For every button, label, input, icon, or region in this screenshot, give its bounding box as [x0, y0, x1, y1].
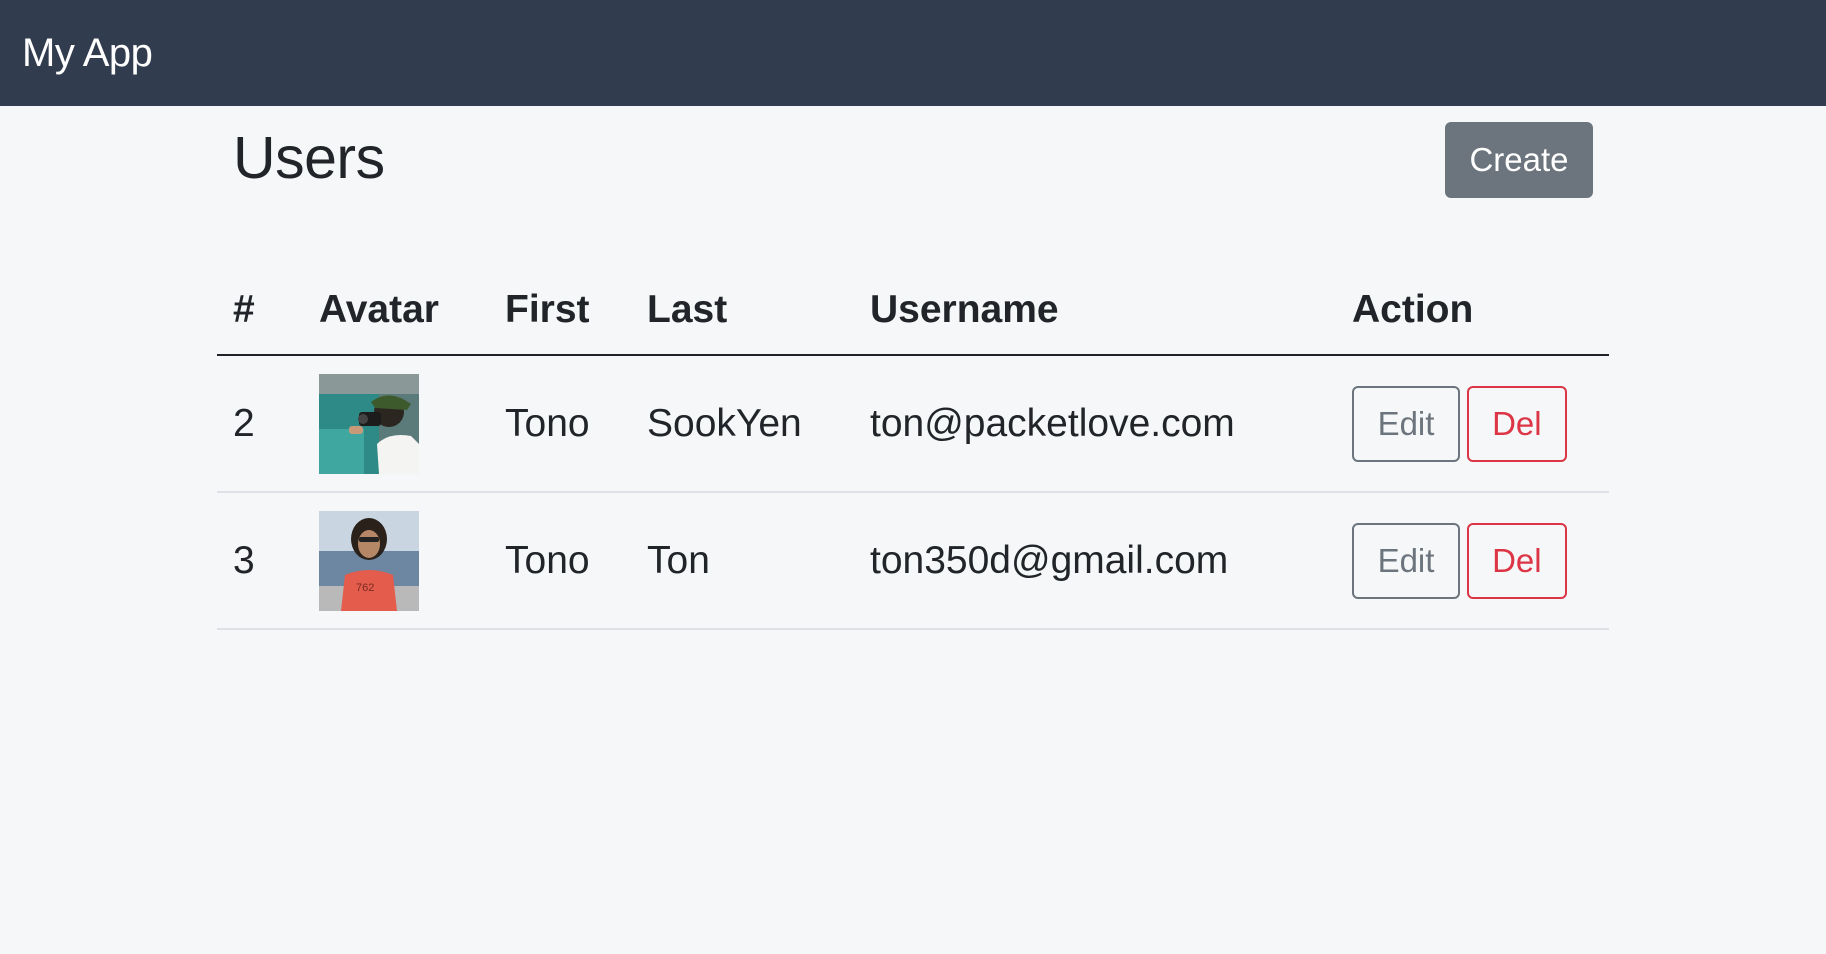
- edit-button[interactable]: Edit: [1352, 385, 1460, 462]
- edit-button[interactable]: Edit: [1352, 522, 1460, 599]
- navbar: My App: [0, 0, 1826, 106]
- cell-avatar: 762: [303, 492, 489, 630]
- cell-actions: Edit Del: [1336, 355, 1609, 493]
- cell-last: SookYen: [631, 355, 854, 493]
- cell-username: ton350d@gmail.com: [854, 492, 1336, 630]
- page-title: Users: [233, 125, 385, 191]
- cell-first: Tono: [489, 355, 631, 493]
- cell-last: Ton: [631, 492, 854, 630]
- header-action: Action: [1336, 266, 1609, 356]
- header-avatar: Avatar: [303, 266, 489, 356]
- table-header-row: # Avatar First Last Username Action: [217, 266, 1609, 356]
- avatar-image: [319, 373, 419, 474]
- header-username: Username: [854, 266, 1336, 356]
- users-table: # Avatar First Last Username Action 2 To…: [217, 266, 1609, 630]
- header-first: First: [489, 266, 631, 356]
- page-header: Users Create: [217, 106, 1609, 216]
- header-last: Last: [631, 266, 854, 356]
- delete-button[interactable]: Del: [1466, 385, 1567, 462]
- header-id: #: [217, 266, 303, 356]
- table-row: 2 Tono SookYen ton@packetlove.com Edit D…: [217, 355, 1609, 493]
- delete-button[interactable]: Del: [1466, 522, 1567, 599]
- cell-id: 3: [217, 492, 303, 630]
- svg-text:762: 762: [356, 582, 374, 594]
- cell-first: Tono: [489, 492, 631, 630]
- cell-username: ton@packetlove.com: [854, 355, 1336, 493]
- cell-avatar: [303, 355, 489, 493]
- avatar-image: 762: [319, 510, 419, 611]
- main-container: Users Create # Avatar First Last Usernam…: [217, 106, 1609, 630]
- cell-actions: Edit Del: [1336, 492, 1609, 630]
- table-row: 3 762 Tono Ton ton350d@gmail.com Edit De…: [217, 492, 1609, 630]
- cell-id: 2: [217, 355, 303, 493]
- brand-link[interactable]: My App: [22, 31, 153, 76]
- create-button[interactable]: Create: [1445, 122, 1593, 198]
